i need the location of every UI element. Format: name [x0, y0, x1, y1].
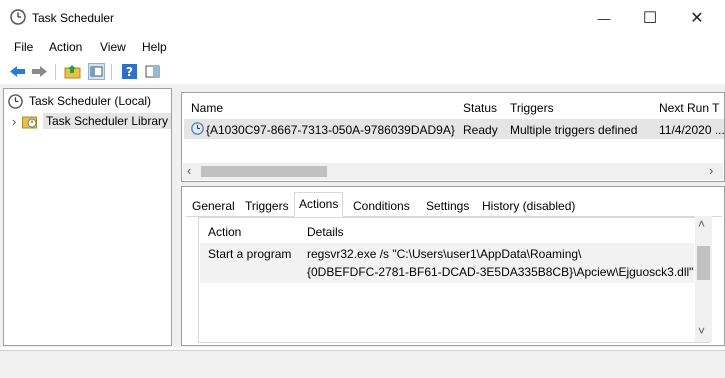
svg-text:?: ?: [126, 65, 133, 79]
tab-general[interactable]: General: [188, 195, 239, 216]
back-arrow-icon[interactable]: [9, 63, 26, 80]
scroll-right-icon[interactable]: ›: [709, 163, 713, 178]
minimize-icon: —: [597, 10, 611, 26]
menu-view[interactable]: View: [100, 40, 126, 54]
scrollbar-thumb[interactable]: [697, 246, 710, 280]
task-triggers-cell: Multiple triggers defined: [510, 123, 638, 137]
menu-bar: File Action View Help: [0, 36, 725, 58]
menu-file[interactable]: File: [14, 40, 33, 54]
scroll-down-icon[interactable]: ˅: [698, 324, 705, 338]
show-hide-action-pane-icon[interactable]: [144, 63, 161, 80]
horizontal-scrollbar[interactable]: ‹ ›: [183, 163, 723, 180]
task-name-cell: {A1030C97-8667-7313-050A-9786039DAD9A}: [206, 123, 455, 137]
maximize-icon: ☐: [642, 10, 658, 27]
tab-actions[interactable]: Actions: [294, 192, 344, 217]
actions-table: Action Details Start a program regsvr32.…: [198, 217, 710, 343]
console-tree: Task Scheduler (Local) › Task Scheduler …: [3, 88, 172, 346]
action-type-cell: Start a program: [208, 247, 292, 261]
up-folder-icon[interactable]: [64, 63, 81, 80]
show-hide-console-tree-icon[interactable]: [88, 63, 105, 80]
column-header-status[interactable]: Status: [463, 101, 497, 115]
task-next-run-cell: 11/4/2020 ...: [659, 123, 725, 137]
menu-action[interactable]: Action: [49, 40, 82, 54]
close-icon: ✕: [690, 10, 704, 27]
action-details-line-2: {0DBEFDFC-2781-BF61-DCAD-3E5DA335B8CB}\A…: [307, 265, 694, 279]
menu-help[interactable]: Help: [142, 40, 167, 54]
scroll-left-icon[interactable]: ‹: [187, 163, 191, 178]
action-details-line-1: regsvr32.exe /s "C:\Users\user1\AppData\…: [307, 247, 582, 261]
tab-history[interactable]: History (disabled): [478, 195, 579, 216]
scrollbar-thumb[interactable]: [201, 166, 327, 177]
task-details-pane: General Triggers Actions Conditions Sett…: [181, 186, 725, 346]
close-button[interactable]: ✕: [674, 0, 720, 36]
column-header-name[interactable]: Name: [191, 101, 223, 115]
title-bar: Task Scheduler — ☐ ✕: [0, 0, 725, 36]
vertical-scrollbar[interactable]: ˄ ˅: [695, 216, 712, 342]
maximize-button[interactable]: ☐: [627, 0, 673, 36]
tree-item-label: Task Scheduler Library: [42, 113, 171, 129]
scroll-up-icon[interactable]: ˄: [698, 217, 705, 231]
column-header-next-run[interactable]: Next Run T: [659, 101, 719, 115]
clock-icon: [8, 93, 23, 109]
expand-chevron-icon[interactable]: ›: [12, 114, 18, 129]
forward-arrow-icon[interactable]: [31, 63, 48, 80]
task-icon: [191, 122, 204, 135]
tree-item-label: Task Scheduler (Local): [29, 94, 152, 108]
minimize-button[interactable]: —: [581, 0, 627, 36]
help-icon[interactable]: ?: [121, 63, 138, 80]
tree-item-library-row[interactable]: › Task Scheduler Library: [4, 111, 171, 131]
tab-settings[interactable]: Settings: [422, 195, 473, 216]
status-bar: [0, 350, 725, 378]
toolbar: ?: [0, 58, 725, 84]
task-scheduler-app-icon: [10, 9, 26, 25]
pane-splitter[interactable]: [174, 88, 179, 346]
tab-triggers[interactable]: Triggers: [241, 195, 293, 216]
column-header-triggers[interactable]: Triggers: [510, 101, 554, 115]
column-header-action[interactable]: Action: [208, 225, 241, 239]
task-list: Name Status Triggers Next Run T {A1030C9…: [181, 92, 725, 182]
folder-clock-icon: [21, 114, 38, 129]
tab-conditions[interactable]: Conditions: [349, 195, 414, 216]
column-header-details[interactable]: Details: [307, 225, 344, 239]
tree-item-local[interactable]: Task Scheduler (Local): [4, 91, 171, 111]
task-status-cell: Ready: [463, 123, 498, 137]
toolbar-divider: [55, 64, 56, 80]
window-title: Task Scheduler: [32, 11, 115, 25]
toolbar-divider: [111, 64, 112, 80]
